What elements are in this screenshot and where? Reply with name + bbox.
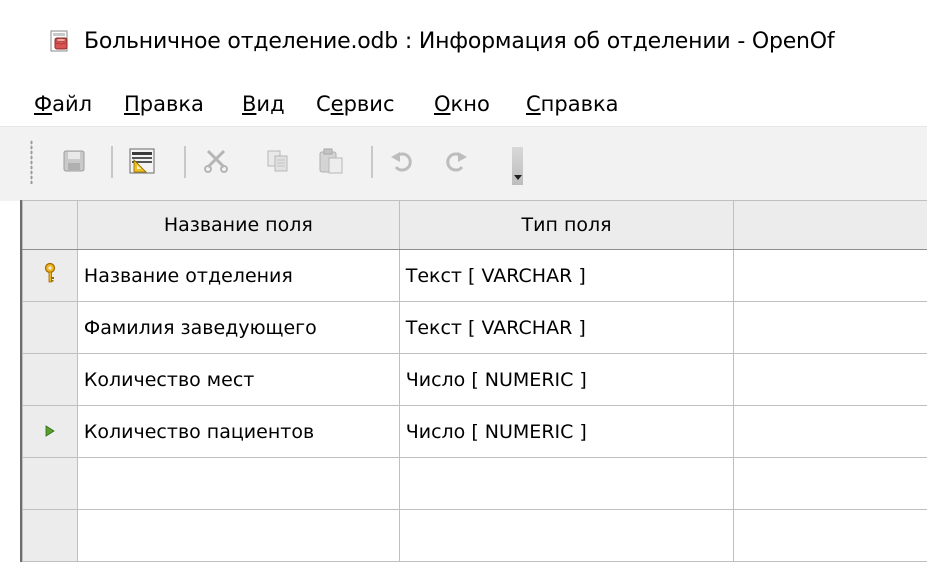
field-name-cell[interactable]: Количество мест <box>76 353 400 406</box>
description-cell[interactable] <box>733 249 927 302</box>
menu-window[interactable]: Окно <box>434 92 490 116</box>
table-row[interactable]: Количество пациентов Число [ NUMERIC ] <box>22 405 927 458</box>
menu-file[interactable]: Файл <box>34 92 92 116</box>
field-table: Название поля Тип поля Название отделени… <box>22 200 927 562</box>
description-cell[interactable] <box>733 405 927 458</box>
corner-cell[interactable] <box>22 200 78 250</box>
field-type-cell[interactable]: Число [ NUMERIC ] <box>398 405 735 458</box>
undo-icon[interactable] <box>386 145 418 177</box>
table-row[interactable]: Название отделения Текст [ VARCHAR ] <box>22 249 927 302</box>
column-header-field-type[interactable]: Тип поля <box>398 200 735 250</box>
toolbar-separator <box>184 146 186 178</box>
field-type-cell[interactable]: Текст [ VARCHAR ] <box>398 301 735 354</box>
column-header-field-name[interactable]: Название поля <box>76 200 400 250</box>
current-row-icon <box>44 421 56 443</box>
description-cell[interactable] <box>733 301 927 354</box>
table-design-grid: Название поля Тип поля Название отделени… <box>20 200 927 562</box>
table-header-row: Название поля Тип поля <box>22 200 927 250</box>
row-selector[interactable] <box>22 457 78 510</box>
field-name-cell[interactable]: Фамилия заведующего <box>76 301 400 354</box>
toolbar-separator <box>111 146 113 178</box>
table-row[interactable]: Количество мест Число [ NUMERIC ] <box>22 353 927 406</box>
field-name-cell[interactable]: Количество пациентов <box>76 405 400 458</box>
menu-help[interactable]: Справка <box>526 92 619 116</box>
row-selector[interactable] <box>22 509 78 562</box>
design-icon[interactable] <box>126 145 158 177</box>
toolbar-grip[interactable] <box>30 140 33 184</box>
row-selector[interactable] <box>22 301 78 354</box>
menu-edit[interactable]: Правка <box>124 92 204 116</box>
copy-icon[interactable] <box>262 145 294 177</box>
field-name-cell[interactable] <box>76 509 400 562</box>
row-selector[interactable] <box>22 249 78 302</box>
menu-tools[interactable]: Сервис <box>316 92 395 116</box>
column-header-description[interactable] <box>733 200 927 250</box>
menu-view[interactable]: Вид <box>242 92 285 116</box>
description-cell[interactable] <box>733 457 927 510</box>
title-bar: Больничное отделение.odb : Информация об… <box>0 0 927 86</box>
paste-icon[interactable] <box>315 145 347 177</box>
cut-icon[interactable] <box>200 145 232 177</box>
field-name-cell[interactable]: Название отделения <box>76 249 400 302</box>
toolbar-separator <box>371 146 373 178</box>
description-cell[interactable] <box>733 353 927 406</box>
toolbar-more-button[interactable] <box>512 147 523 185</box>
field-type-cell[interactable]: Число [ NUMERIC ] <box>398 353 735 406</box>
base-document-icon <box>50 30 70 52</box>
field-name-cell[interactable] <box>76 457 400 510</box>
description-cell[interactable] <box>733 509 927 562</box>
save-icon[interactable] <box>58 145 90 177</box>
window-title: Больничное отделение.odb : Информация об… <box>84 29 835 54</box>
field-type-cell[interactable]: Текст [ VARCHAR ] <box>398 249 735 302</box>
primary-key-icon <box>43 262 57 289</box>
table-row[interactable] <box>22 457 927 510</box>
table-row[interactable] <box>22 509 927 562</box>
redo-icon[interactable] <box>440 145 472 177</box>
row-selector[interactable] <box>22 405 78 458</box>
row-selector[interactable] <box>22 353 78 406</box>
field-type-cell[interactable] <box>398 457 735 510</box>
field-type-cell[interactable] <box>398 509 735 562</box>
table-row[interactable]: Фамилия заведующего Текст [ VARCHAR ] <box>22 301 927 354</box>
